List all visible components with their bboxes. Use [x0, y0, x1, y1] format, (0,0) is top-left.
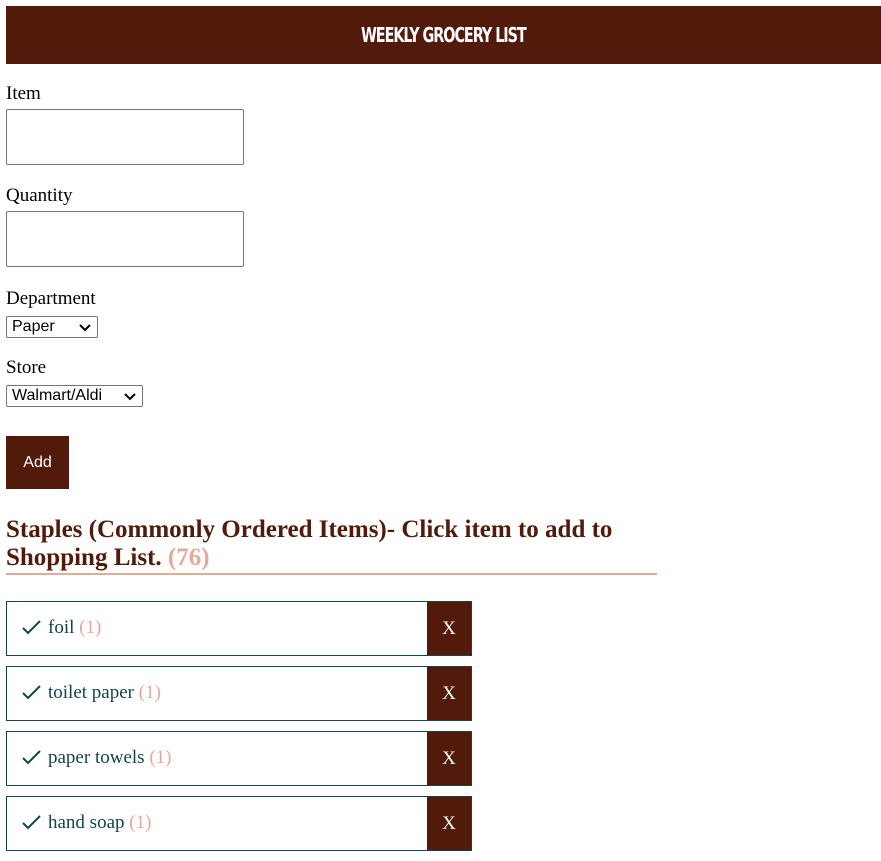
- staple-item-label: paper towels (1): [48, 747, 171, 769]
- staple-item-name: foil: [48, 617, 75, 638]
- staple-item-label: foil (1): [48, 617, 101, 639]
- check-icon: [22, 750, 41, 765]
- staple-item-qty: (1): [129, 812, 152, 833]
- add-button[interactable]: Add: [6, 436, 69, 489]
- chevron-down-icon: [124, 393, 136, 401]
- remove-button[interactable]: X: [427, 732, 471, 785]
- check-icon: [22, 620, 41, 635]
- staple-item-label: hand soap (1): [48, 812, 151, 834]
- staples-count: (76): [167, 544, 210, 571]
- remove-button[interactable]: X: [427, 667, 471, 720]
- item-label: Item: [6, 83, 41, 104]
- staple-item-label: toilet paper (1): [48, 682, 161, 704]
- department-select[interactable]: Paper: [6, 316, 98, 338]
- staple-item-qty: (1): [79, 617, 102, 638]
- department-label: Department: [6, 288, 96, 309]
- store-selected-value: Walmart/Aldi: [12, 387, 103, 404]
- staples-divider: [6, 573, 657, 575]
- staple-item-qty: (1): [138, 682, 161, 703]
- check-icon: [22, 685, 41, 700]
- store-select[interactable]: Walmart/Aldi: [6, 385, 143, 407]
- staple-item-qty: (1): [149, 747, 172, 768]
- staple-item-hand-soap[interactable]: hand soap (1) X: [6, 796, 472, 851]
- item-input[interactable]: [6, 109, 244, 165]
- remove-button[interactable]: X: [427, 797, 471, 850]
- staple-item-name: toilet paper: [48, 682, 134, 703]
- staple-list: foil (1) X toilet paper (1) X paper towe…: [6, 601, 472, 861]
- staple-item-toilet-paper[interactable]: toilet paper (1) X: [6, 666, 472, 721]
- store-label: Store: [6, 357, 47, 378]
- staple-item-name: hand soap: [48, 812, 125, 833]
- staples-heading-text: Staples (Commonly Ordered Items)- Click …: [6, 516, 613, 571]
- page-title: WEEKLY GROCERY LIST: [361, 23, 527, 47]
- staple-item-name: paper towels: [48, 747, 145, 768]
- department-selected-value: Paper: [12, 318, 55, 335]
- check-icon: [22, 815, 41, 830]
- staple-item-foil[interactable]: foil (1) X: [6, 601, 472, 656]
- chevron-down-icon: [79, 324, 91, 332]
- quantity-label: Quantity: [6, 185, 73, 206]
- staples-heading: Staples (Commonly Ordered Items)- Click …: [6, 516, 657, 572]
- app-header: WEEKLY GROCERY LIST: [6, 6, 881, 64]
- staple-item-paper-towels[interactable]: paper towels (1) X: [6, 731, 472, 786]
- remove-button[interactable]: X: [427, 602, 471, 655]
- quantity-input[interactable]: [6, 211, 244, 267]
